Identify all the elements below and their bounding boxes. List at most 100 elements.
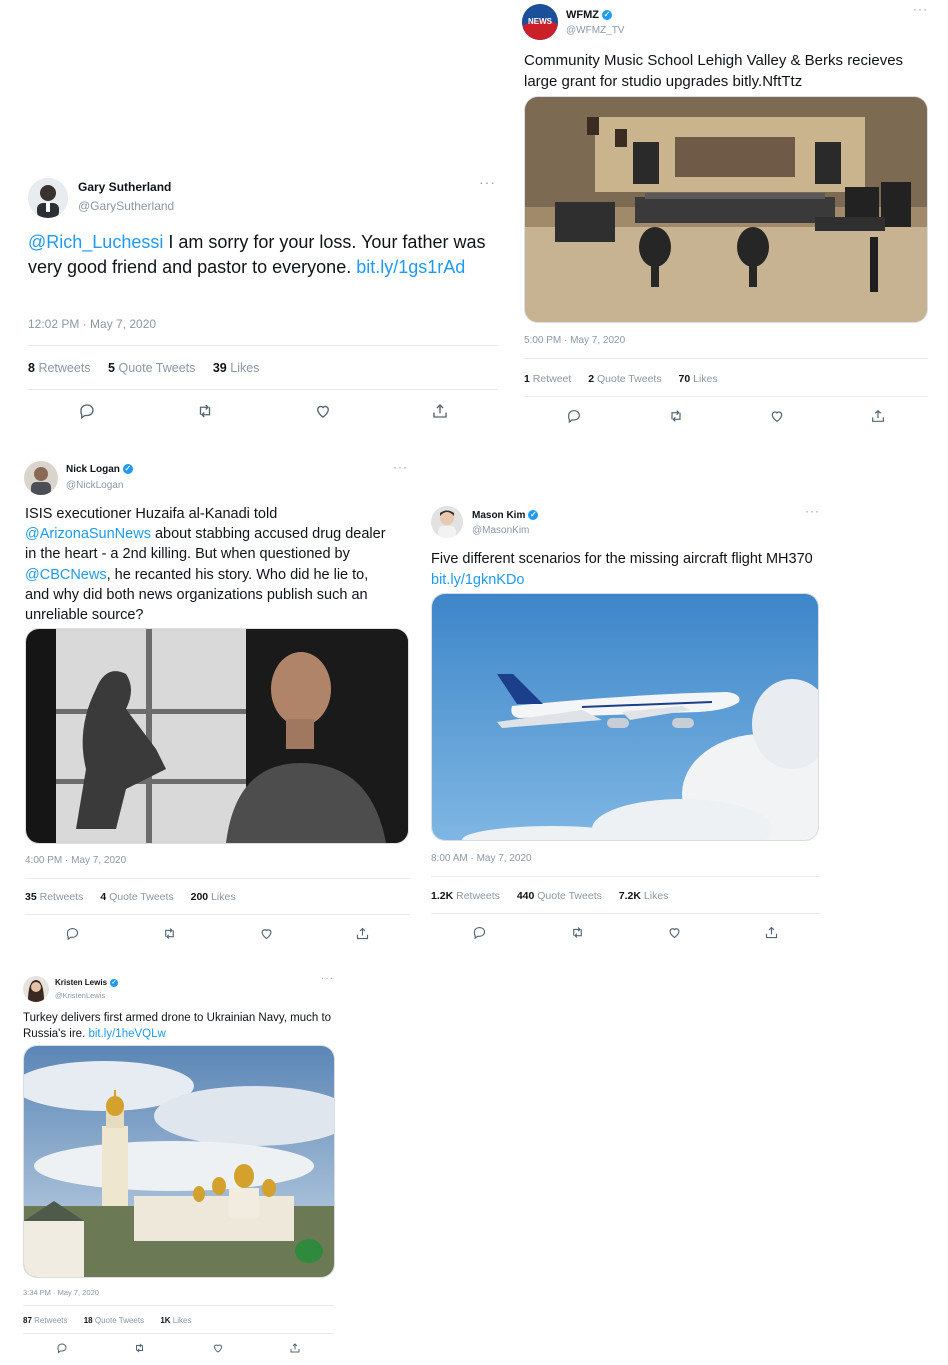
reply-icon[interactable] bbox=[78, 402, 96, 420]
retweet-icon[interactable] bbox=[667, 408, 685, 424]
more-icon[interactable]: ··· bbox=[913, 2, 928, 16]
divider bbox=[431, 876, 820, 877]
engagement-stats: 1.2K Retweets 440 Quote Tweets 7.2K Like… bbox=[431, 890, 682, 902]
engagement-stats: 8 Retweets 5 Quote Tweets 39 Likes bbox=[28, 361, 273, 375]
like-count[interactable]: 200 Likes bbox=[191, 891, 236, 903]
verified-icon: ✓ bbox=[601, 10, 612, 21]
user-handle[interactable]: @KristenLewis bbox=[55, 991, 105, 1000]
retweet-icon[interactable] bbox=[569, 925, 586, 940]
like-count[interactable]: 39 Likes bbox=[213, 361, 260, 375]
timestamp[interactable]: 8:00 AM · May 7, 2020 bbox=[431, 853, 532, 864]
tweet-gary: Gary Sutherland @GarySutherland ··· @Ric… bbox=[24, 172, 502, 434]
avatar[interactable] bbox=[24, 461, 58, 495]
divider bbox=[23, 1305, 334, 1306]
like-icon[interactable] bbox=[667, 925, 682, 940]
verified-icon: ✓ bbox=[122, 464, 133, 475]
display-name[interactable]: Mason Kim ✓ bbox=[472, 510, 539, 521]
text-segment: ISIS executioner Huzaifa al-Kanadi told bbox=[25, 506, 278, 522]
action-bar bbox=[23, 1339, 334, 1357]
reply-icon[interactable] bbox=[56, 1342, 68, 1354]
url-link[interactable]: bit.ly/1gs1rAd bbox=[356, 257, 465, 277]
avatar[interactable] bbox=[28, 178, 68, 218]
reply-icon[interactable] bbox=[65, 926, 80, 941]
more-icon[interactable]: ··· bbox=[479, 174, 496, 190]
retweet-icon[interactable] bbox=[161, 926, 178, 941]
divider bbox=[28, 345, 498, 346]
avatar[interactable] bbox=[23, 976, 49, 1002]
retweet-count[interactable]: 1 Retweet bbox=[524, 373, 571, 385]
divider bbox=[524, 396, 928, 397]
display-name[interactable]: Nick Logan ✓ bbox=[66, 464, 133, 475]
like-count[interactable]: 70 Likes bbox=[679, 373, 718, 385]
like-icon[interactable] bbox=[259, 926, 274, 941]
url-link[interactable]: bit.ly/1heVQLw bbox=[88, 1028, 165, 1040]
tweet-nick: Nick Logan ✓ @NickLogan ··· ISIS executio… bbox=[22, 458, 414, 948]
quote-count[interactable]: 4 Quote Tweets bbox=[100, 891, 173, 903]
user-handle[interactable]: @NickLogan bbox=[66, 480, 123, 491]
svg-text:NEWS: NEWS bbox=[528, 17, 553, 26]
verified-icon: ✓ bbox=[528, 510, 539, 521]
timestamp[interactable]: 12:02 PM · May 7, 2020 bbox=[28, 317, 156, 331]
avatar[interactable] bbox=[431, 506, 463, 538]
tweet-image-monastery[interactable] bbox=[23, 1045, 335, 1278]
user-handle[interactable]: @WFMZ_TV bbox=[566, 25, 624, 36]
engagement-stats: 87 Retweets 18 Quote Tweets 1K Likes bbox=[23, 1316, 205, 1325]
action-bar bbox=[28, 400, 498, 422]
like-icon[interactable] bbox=[314, 402, 332, 420]
quote-count[interactable]: 2 Quote Tweets bbox=[588, 373, 661, 385]
share-icon[interactable] bbox=[870, 408, 886, 424]
more-icon[interactable]: ··· bbox=[393, 460, 408, 474]
timestamp[interactable]: 4:00 PM · May 7, 2020 bbox=[25, 855, 126, 866]
timestamp[interactable]: 5:00 PM · May 7, 2020 bbox=[524, 335, 625, 346]
more-icon[interactable]: ··· bbox=[321, 973, 334, 984]
share-icon[interactable] bbox=[431, 402, 449, 420]
retweet-count[interactable]: 87 Retweets bbox=[23, 1316, 68, 1325]
action-bar bbox=[25, 922, 410, 944]
divider bbox=[25, 878, 410, 879]
user-handle[interactable]: @MasonKim bbox=[472, 525, 529, 536]
mention-link[interactable]: @CBCNews bbox=[25, 567, 107, 583]
mention-link[interactable]: @ArizonaSunNews bbox=[25, 526, 151, 542]
retweet-count[interactable]: 1.2K Retweets bbox=[431, 890, 500, 902]
like-icon[interactable] bbox=[212, 1342, 224, 1354]
reply-icon[interactable] bbox=[566, 408, 582, 424]
tweet-image-portrait[interactable] bbox=[25, 628, 409, 844]
user-handle[interactable]: @GarySutherland bbox=[78, 199, 174, 213]
reply-icon[interactable] bbox=[472, 925, 487, 940]
more-icon[interactable]: ··· bbox=[805, 504, 820, 518]
text-segment: Community Music School Lehigh Valley & B… bbox=[524, 52, 904, 90]
tweet-image-aircraft[interactable] bbox=[431, 593, 819, 841]
text-segment: Five different scenarios for the missing… bbox=[431, 551, 813, 567]
share-icon[interactable] bbox=[355, 926, 370, 941]
quote-count[interactable]: 440 Quote Tweets bbox=[517, 890, 602, 902]
action-bar bbox=[431, 921, 820, 943]
like-icon[interactable] bbox=[769, 408, 785, 424]
tweet-kristen: Kristen Lewis ✓ @KristenLewis ··· Turkey … bbox=[20, 972, 338, 1362]
tweet-mason: Mason Kim ✓ @MasonKim ··· Five different … bbox=[428, 502, 824, 948]
text-segment: Turkey delivers first armed drone to Ukr… bbox=[23, 1012, 332, 1040]
url-link[interactable]: bit.ly/1gknKDo bbox=[431, 572, 525, 588]
tweet-wfmz: NEWS WFMZ ✓ @WFMZ_TV ··· Community Music … bbox=[518, 0, 930, 432]
avatar[interactable]: NEWS bbox=[522, 4, 558, 40]
like-count[interactable]: 1K Likes bbox=[160, 1316, 191, 1325]
quote-count[interactable]: 18 Quote Tweets bbox=[84, 1316, 144, 1325]
share-icon[interactable] bbox=[764, 925, 779, 940]
share-icon[interactable] bbox=[289, 1342, 301, 1354]
display-name[interactable]: WFMZ ✓ bbox=[566, 9, 612, 21]
mention-link[interactable]: @Rich_Luchessi bbox=[28, 232, 163, 252]
retweet-icon[interactable] bbox=[133, 1342, 146, 1354]
display-name[interactable]: Gary Sutherland bbox=[78, 180, 171, 194]
display-name[interactable]: Kristen Lewis ✓ bbox=[55, 978, 119, 987]
timestamp[interactable]: 3:34 PM · May 7, 2020 bbox=[23, 1288, 99, 1297]
retweet-count[interactable]: 35 Retweets bbox=[25, 891, 83, 903]
tweet-text: @Rich_Luchessi I am sorry for your loss.… bbox=[28, 230, 498, 280]
engagement-stats: 35 Retweets 4 Quote Tweets 200 Likes bbox=[25, 891, 250, 903]
tweet-image-studio[interactable] bbox=[524, 96, 928, 323]
action-bar bbox=[524, 405, 928, 427]
quote-count[interactable]: 5 Quote Tweets bbox=[108, 361, 195, 375]
retweet-icon[interactable] bbox=[195, 402, 215, 420]
like-count[interactable]: 7.2K Likes bbox=[619, 890, 669, 902]
tweet-text: Five different scenarios for the missing… bbox=[431, 549, 821, 590]
retweet-count[interactable]: 8 Retweets bbox=[28, 361, 91, 375]
verified-icon: ✓ bbox=[110, 978, 119, 987]
